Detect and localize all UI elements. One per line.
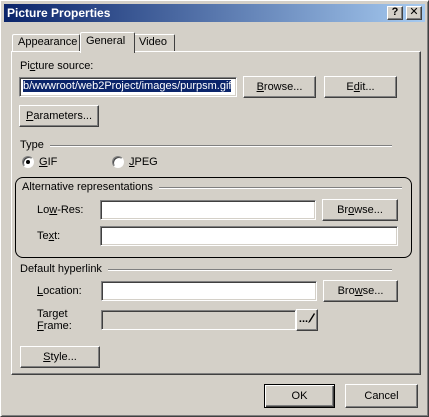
hyperlink-divider [108, 269, 392, 271]
picture-properties-dialog: Picture Properties ? ✕ Appearance Genera… [0, 0, 429, 417]
text-label: Text: [37, 230, 61, 242]
jpeg-label[interactable]: JPEG [129, 156, 158, 169]
help-button[interactable]: ? [387, 6, 403, 20]
alternative-divider [159, 187, 402, 189]
tab-video[interactable]: Video [133, 34, 175, 51]
tab-video-label: Video [139, 36, 167, 48]
browse-button[interactable]: Browse... [243, 76, 316, 98]
window-title: Picture Properties [7, 6, 111, 20]
tab-appearance[interactable]: Appearance [12, 34, 80, 51]
lowres-browse-button[interactable]: Browse... [322, 199, 398, 221]
location-browse-button[interactable]: Browse... [323, 280, 398, 302]
picture-source-label: Picture source: [20, 60, 94, 72]
target-frame-label-line2: Frame: [37, 320, 72, 332]
default-hyperlink-label: Default hyperlink [20, 263, 102, 275]
type-divider [50, 145, 392, 147]
alt-text-input[interactable] [100, 226, 398, 246]
alternative-representations-label: Alternative representations [22, 181, 153, 193]
gif-radio[interactable] [22, 156, 34, 168]
type-label: Type [20, 139, 44, 151]
location-label: Location: [37, 285, 82, 297]
target-frame-picker-button[interactable]: ... [296, 309, 318, 331]
title-bar[interactable]: Picture Properties ? ✕ [4, 4, 425, 22]
gif-label[interactable]: GIF [39, 156, 57, 169]
help-icon: ? [391, 6, 399, 18]
lowres-label: Low-Res: [37, 204, 84, 216]
target-frame-input[interactable] [101, 310, 296, 330]
cancel-button[interactable]: Cancel [345, 384, 418, 408]
location-input[interactable] [101, 281, 317, 301]
ok-button[interactable]: OK [264, 384, 335, 408]
tab-general[interactable]: General [80, 32, 135, 53]
tab-appearance-label: Appearance [18, 36, 78, 48]
style-button[interactable]: Style... [20, 346, 100, 368]
pencil-icon [308, 313, 316, 323]
picture-source-input[interactable]: b/wwwroot/web2Project/images/purpsm.gif [19, 77, 237, 97]
lowres-input[interactable] [100, 200, 316, 220]
general-tab-panel: Picture source: b/wwwroot/web2Project/im… [11, 51, 421, 375]
jpeg-radio[interactable] [112, 156, 124, 168]
parameters-button[interactable]: Parameters... [19, 105, 99, 127]
close-button[interactable]: ✕ [406, 6, 422, 20]
picture-source-value: b/wwwroot/web2Project/images/purpsm.gif [23, 80, 232, 92]
edit-button[interactable]: Edit... [324, 76, 397, 98]
target-frame-picker-label: ... [298, 313, 309, 325]
tab-general-label: General [86, 35, 126, 47]
close-icon: ✕ [409, 6, 419, 18]
